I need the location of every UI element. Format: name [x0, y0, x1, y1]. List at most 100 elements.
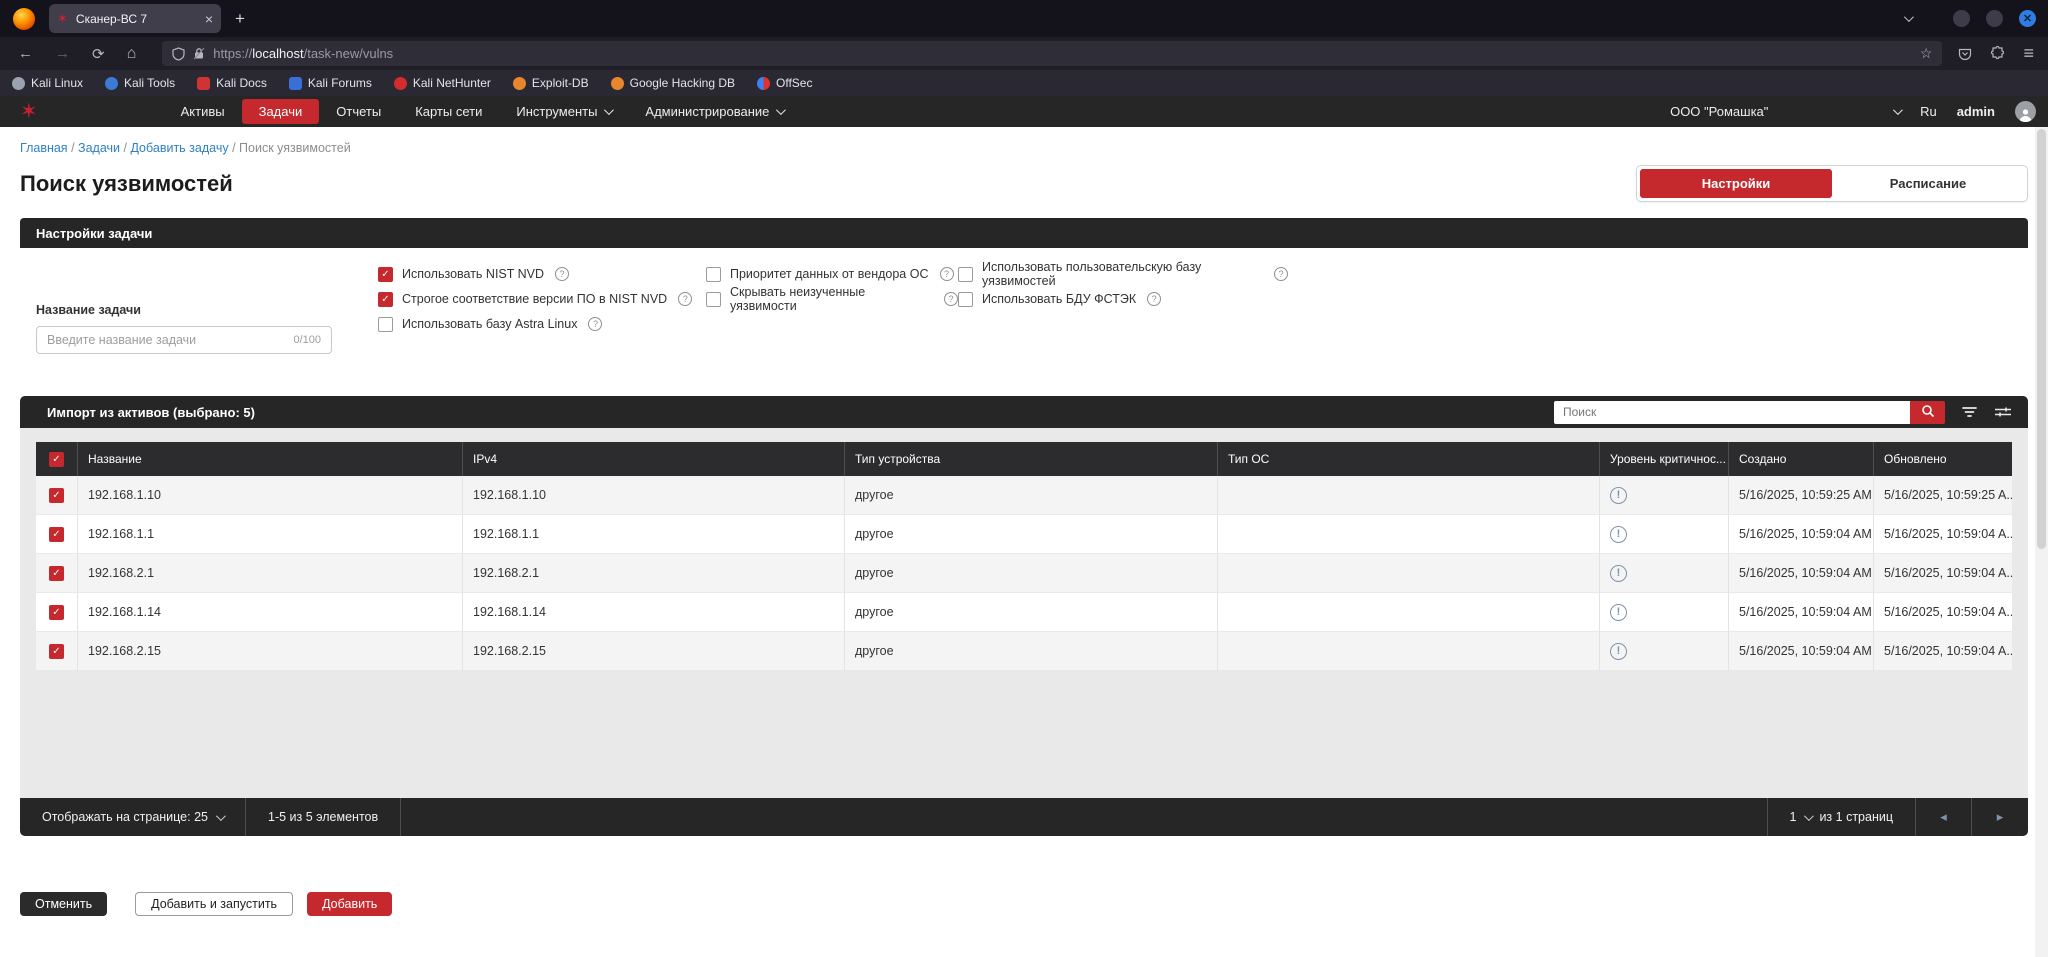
col-criticality[interactable]: Уровень критичнос...	[1600, 442, 1729, 476]
help-icon[interactable]	[944, 292, 958, 306]
page-select[interactable]: 1 из 1 страниц	[1766, 798, 1916, 836]
task-name-input[interactable]	[47, 333, 294, 347]
bookmark-kali-tools[interactable]: Kali Tools	[105, 76, 175, 90]
per-page-select[interactable]: Отображать на странице: 25	[20, 798, 246, 836]
filter-icon[interactable]	[1961, 405, 1978, 419]
row-checkbox[interactable]	[49, 604, 64, 620]
nav-item-reports[interactable]: Отчеты	[319, 99, 398, 124]
nav-item-tools[interactable]: Инструменты	[499, 99, 628, 124]
cancel-button[interactable]: Отменить	[20, 892, 108, 916]
col-created[interactable]: Создано	[1729, 442, 1874, 476]
criticality-info-icon[interactable]	[1610, 486, 1627, 504]
list-all-tabs-icon[interactable]	[1903, 12, 1914, 23]
bookmark-star-icon[interactable]	[1920, 45, 1933, 62]
nav-item-administration[interactable]: Администрирование	[628, 99, 800, 124]
col-ipv4[interactable]: IPv4	[463, 442, 845, 476]
table-row[interactable]: 192.168.1.1 192.168.1.1 другое 5/16/2025…	[36, 515, 2012, 554]
row-checkbox[interactable]	[49, 643, 64, 659]
criticality-info-icon[interactable]	[1610, 642, 1627, 660]
bookmark-kali-docs[interactable]: Kali Docs	[197, 76, 267, 90]
forward-icon[interactable]	[55, 45, 70, 62]
checkbox-unchecked[interactable]	[706, 291, 721, 307]
help-icon[interactable]	[588, 317, 603, 331]
page-scrollbar[interactable]	[2035, 127, 2048, 957]
tracking-shield-icon[interactable]	[172, 46, 185, 61]
col-device-type[interactable]: Тип устройства	[845, 442, 1218, 476]
checkbox-unchecked[interactable]	[958, 291, 973, 307]
bookmark-exploit-db[interactable]: Exploit-DB	[512, 76, 589, 90]
nav-item-assets[interactable]: Активы	[164, 99, 242, 124]
checkbox-unchecked[interactable]	[378, 316, 393, 332]
checkbox-unchecked[interactable]	[958, 266, 973, 282]
checkbox-checked[interactable]	[378, 266, 393, 282]
help-icon[interactable]	[1147, 292, 1162, 306]
help-icon[interactable]	[555, 267, 570, 281]
checkbox-checked[interactable]	[378, 291, 393, 307]
select-all-checkbox[interactable]	[49, 451, 64, 467]
columns-settings-icon[interactable]	[1994, 405, 2012, 419]
tab-close-icon[interactable]: ×	[205, 11, 213, 27]
browser-window: ✶ Сканер-ВС 7 × + ✕ https://	[0, 0, 2048, 957]
col-os-type[interactable]: Тип ОС	[1218, 442, 1600, 476]
criticality-info-icon[interactable]	[1610, 564, 1627, 582]
task-name-label: Название задачи	[36, 303, 141, 317]
row-checkbox[interactable]	[49, 526, 64, 542]
table-row[interactable]: 192.168.1.14 192.168.1.14 другое 5/16/20…	[36, 593, 2012, 632]
add-button[interactable]: Добавить	[307, 892, 393, 916]
table-row[interactable]: 192.168.1.10 192.168.1.10 другое 5/16/20…	[36, 476, 2012, 515]
username: admin	[1956, 104, 1995, 119]
col-updated[interactable]: Обновлено	[1874, 442, 2012, 476]
scrollbar-thumb[interactable]	[2037, 129, 2046, 549]
extensions-puzzle-icon[interactable]	[1990, 46, 2005, 61]
col-name[interactable]: Название	[78, 442, 463, 476]
nav-item-tasks[interactable]: Задачи	[241, 99, 320, 124]
table-row[interactable]: 192.168.2.1 192.168.2.1 другое 5/16/2025…	[36, 554, 2012, 593]
window-maximize-button[interactable]	[1986, 10, 2003, 27]
bookmark-kali-linux[interactable]: Kali Linux	[12, 76, 83, 90]
criticality-info-icon[interactable]	[1610, 603, 1627, 621]
new-tab-button[interactable]: +	[235, 9, 245, 29]
help-icon[interactable]	[678, 292, 693, 306]
next-page-button[interactable]	[1972, 798, 2028, 836]
search-button[interactable]	[1910, 400, 1945, 424]
assets-import-section: Импорт из активов (выбрано: 5) Поиск ✓ Н…	[20, 396, 2028, 836]
tab-schedule[interactable]: Расписание	[1832, 169, 2024, 198]
window-close-button[interactable]: ✕	[2019, 10, 2036, 27]
firefox-logo-icon[interactable]	[13, 7, 35, 30]
tab-settings[interactable]: Настройки	[1640, 169, 1832, 198]
organization-select[interactable]: ООО "Ромашка"	[1670, 104, 1903, 119]
add-and-run-button[interactable]: Добавить и запустить	[135, 892, 294, 916]
search-input[interactable]	[1554, 400, 1910, 424]
window-minimize-button[interactable]	[1953, 10, 1970, 27]
help-icon[interactable]	[939, 267, 954, 281]
breadcrumb-add-task[interactable]: Добавить задачу	[130, 141, 228, 155]
language-switch[interactable]: Ru	[1920, 104, 1937, 119]
home-icon[interactable]	[127, 45, 137, 63]
breadcrumb-home[interactable]: Главная	[20, 141, 68, 155]
pocket-icon[interactable]	[1958, 47, 1972, 61]
table-row[interactable]: 192.168.2.15 192.168.2.15 другое 5/16/20…	[36, 632, 2012, 671]
reload-icon[interactable]	[92, 45, 105, 63]
nav-item-network-maps[interactable]: Карты сети	[398, 99, 499, 124]
bookmark-kali-forums[interactable]: Kali Forums	[288, 76, 372, 90]
lock-warning-icon[interactable]	[193, 47, 205, 60]
task-name-field[interactable]: 0/100	[36, 326, 332, 354]
row-checkbox[interactable]	[49, 487, 64, 503]
app-logo-star-icon[interactable]: ✶	[20, 101, 38, 122]
url-bar[interactable]: https://localhost/task-new/vulns	[162, 41, 1943, 66]
back-icon[interactable]	[18, 45, 33, 62]
prev-page-button[interactable]	[1916, 798, 1972, 836]
hamburger-menu-icon[interactable]	[2023, 43, 2034, 64]
help-icon[interactable]	[1274, 267, 1288, 281]
user-avatar[interactable]	[2015, 101, 2036, 122]
breadcrumb-tasks[interactable]: Задачи	[78, 141, 120, 155]
browser-tab[interactable]: ✶ Сканер-ВС 7 ×	[49, 4, 221, 33]
criticality-info-icon[interactable]	[1610, 525, 1627, 543]
view-tab-group: Настройки Расписание	[1636, 165, 2028, 202]
chevron-down-icon	[1804, 810, 1815, 821]
bookmark-kali-nethunter[interactable]: Kali NetHunter	[393, 76, 491, 90]
row-checkbox[interactable]	[49, 565, 64, 581]
bookmark-google-hacking-db[interactable]: Google Hacking DB	[610, 76, 735, 90]
bookmark-offsec[interactable]: OffSec	[757, 76, 812, 90]
checkbox-unchecked[interactable]	[706, 266, 721, 282]
